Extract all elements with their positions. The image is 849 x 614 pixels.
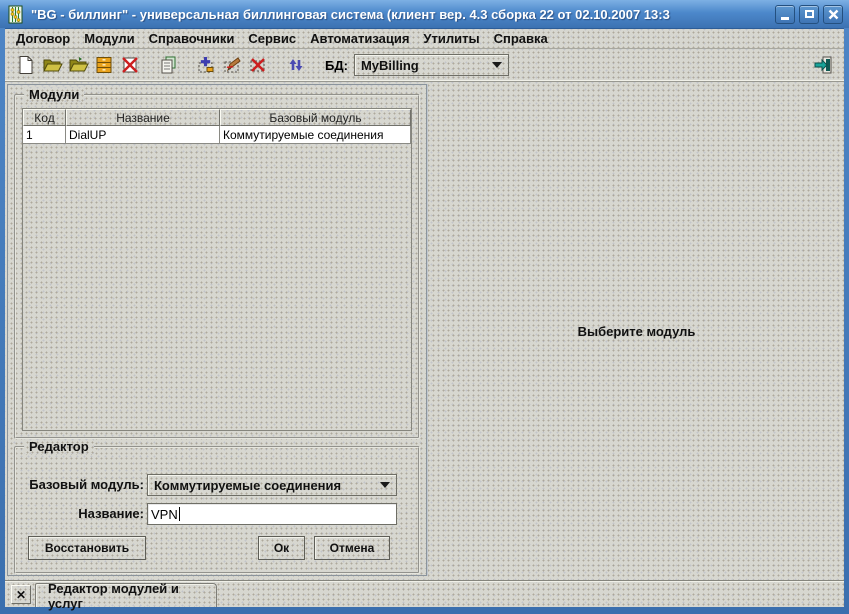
base-module-label: Базовый модуль: (20, 477, 144, 492)
cell-base-module[interactable]: Коммутируемые соединения (220, 126, 411, 144)
toolbar: БД: MyBilling (5, 49, 844, 82)
new-document-icon[interactable] (13, 52, 39, 78)
table-row[interactable]: 1 DialUP Коммутируемые соединения (23, 126, 411, 144)
content-area: Модули Код Название Базовый модуль 1 Dia… (5, 82, 844, 580)
menu-avtomatizaciya[interactable]: Автоматизация (303, 30, 416, 47)
table-empty-area (23, 144, 411, 430)
db-combobox-value: MyBilling (361, 58, 484, 73)
copy-paste-icon[interactable] (155, 52, 181, 78)
open-folder-alt-icon[interactable] (65, 52, 91, 78)
menu-dogovor[interactable]: Договор (9, 30, 77, 47)
close-icon: ✕ (16, 588, 26, 602)
column-header-base-module[interactable]: Базовый модуль (220, 109, 411, 126)
menu-moduli[interactable]: Модули (77, 30, 141, 47)
modules-editor-panel: Модули Код Название Базовый модуль 1 Dia… (7, 84, 427, 576)
menu-utility[interactable]: Утилиты (416, 30, 486, 47)
close-button[interactable] (823, 5, 843, 24)
window-controls (775, 5, 843, 24)
titlebar: "BG - биллинг" - универсальная биллингов… (0, 0, 849, 28)
chevron-down-icon (380, 482, 390, 488)
cell-name[interactable]: DialUP (66, 126, 220, 144)
maximize-button[interactable] (799, 5, 819, 24)
editor-group-title: Редактор (24, 439, 94, 454)
menu-spravka[interactable]: Справка (487, 30, 555, 47)
menubar: Договор Модули Справочники Сервис Автома… (5, 29, 844, 49)
restore-button[interactable]: Восстановить (28, 536, 146, 560)
menu-spravochniki[interactable]: Справочники (142, 30, 242, 47)
delete-record-icon[interactable] (245, 52, 271, 78)
editor-groupbox: Редактор Базовый модуль: Коммутируемые с… (14, 446, 420, 574)
add-record-icon[interactable] (193, 52, 219, 78)
card-file-icon[interactable] (91, 52, 117, 78)
db-combobox[interactable]: MyBilling (354, 54, 509, 76)
db-label: БД: (325, 58, 348, 73)
app-logo-icon (6, 5, 25, 24)
minimize-button[interactable] (775, 5, 795, 24)
cell-code[interactable]: 1 (23, 126, 66, 144)
text-caret (179, 507, 180, 521)
cancel-button[interactable]: Отмена (314, 536, 390, 560)
select-module-hint: Выберите модуль (578, 324, 696, 339)
open-folder-icon[interactable] (39, 52, 65, 78)
name-input-value: VPN (151, 507, 178, 522)
tab-label: Редактор модулей и услуг (48, 581, 204, 611)
menu-servis[interactable]: Сервис (241, 30, 303, 47)
modules-group-title: Модули (24, 87, 84, 102)
refresh-icon[interactable] (283, 52, 309, 78)
tab-close-button[interactable]: ✕ (11, 585, 31, 604)
name-input[interactable]: VPN (147, 503, 397, 525)
maximize-icon (805, 10, 814, 18)
column-header-code[interactable]: Код (23, 109, 66, 126)
ok-button[interactable]: Ок (258, 536, 305, 560)
edit-record-icon[interactable] (219, 52, 245, 78)
window-title: "BG - биллинг" - универсальная биллингов… (31, 7, 771, 22)
tab-module-editor[interactable]: Редактор модулей и услуг (35, 583, 217, 607)
delete-document-icon[interactable] (117, 52, 143, 78)
modules-groupbox: Модули Код Название Базовый модуль 1 Dia… (14, 94, 420, 439)
column-header-name[interactable]: Название (66, 109, 220, 126)
exit-icon[interactable] (810, 52, 836, 78)
minimize-icon (781, 17, 789, 20)
modules-table-header: Код Название Базовый модуль (23, 109, 411, 126)
base-module-combobox[interactable]: Коммутируемые соединения (147, 474, 397, 496)
modules-table: Код Название Базовый модуль 1 DialUP Ком… (22, 108, 412, 431)
chevron-down-icon (492, 62, 502, 68)
close-icon (828, 9, 839, 20)
base-module-combobox-value: Коммутируемые соединения (154, 478, 372, 493)
name-label: Название: (20, 506, 144, 521)
bottom-tabbar: ✕ Редактор модулей и услуг (5, 580, 844, 607)
app-window: "BG - биллинг" - универсальная биллингов… (0, 0, 849, 614)
module-view-area: Выберите модуль (429, 82, 844, 580)
